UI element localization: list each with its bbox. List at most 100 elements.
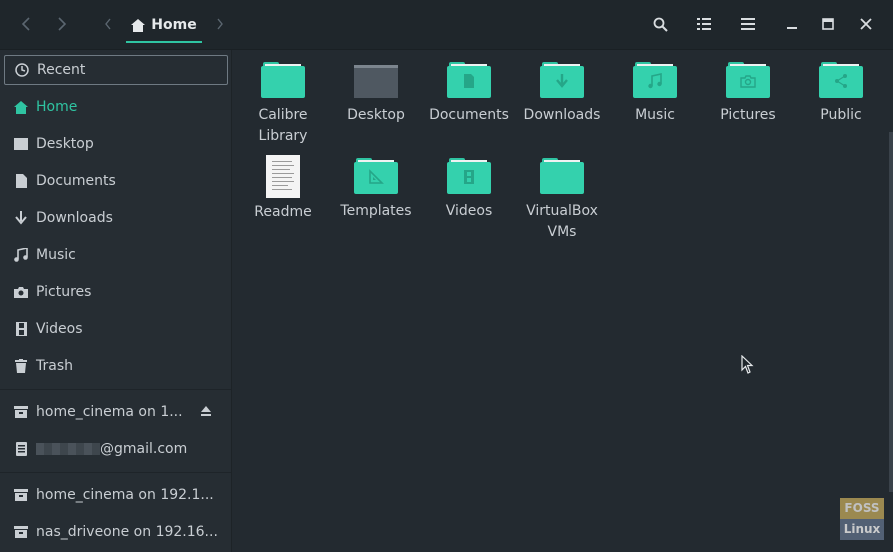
path-scroll-right[interactable] bbox=[208, 12, 232, 36]
sidebar-divider bbox=[0, 472, 231, 473]
file-item-readme[interactable]: Readme bbox=[237, 155, 329, 223]
watermark-line2: Linux bbox=[843, 522, 881, 536]
drive-icon bbox=[14, 405, 28, 419]
file-label: Library bbox=[258, 128, 308, 144]
file-item-desktop[interactable]: Desktop bbox=[330, 62, 422, 126]
drive-icon bbox=[14, 525, 28, 539]
camera-icon bbox=[14, 285, 28, 299]
sidebar-item-downloads[interactable]: Downloads bbox=[4, 203, 228, 233]
film-icon bbox=[14, 322, 28, 336]
search-button[interactable] bbox=[648, 12, 672, 36]
sidebar-item-gmail-account[interactable]: @gmail.com bbox=[4, 434, 228, 464]
file-label: Readme bbox=[254, 204, 312, 220]
document-icon bbox=[14, 174, 28, 188]
close-button[interactable] bbox=[854, 12, 878, 36]
music-icon bbox=[14, 248, 28, 262]
sidebar-item-label: Desktop bbox=[36, 136, 94, 152]
sidebar-item-label: Recent bbox=[37, 62, 86, 78]
file-label: Templates bbox=[340, 203, 412, 219]
sidebar-item-music[interactable]: Music bbox=[4, 240, 228, 270]
drive-icon bbox=[14, 488, 28, 502]
file-item-templates[interactable]: Templates bbox=[330, 158, 422, 222]
maximize-icon bbox=[822, 18, 834, 30]
file-label: Pictures bbox=[720, 107, 776, 123]
sidebar-item-trash[interactable]: Trash bbox=[4, 351, 228, 381]
path-home-button[interactable]: Home bbox=[126, 8, 202, 43]
trash-icon bbox=[14, 359, 28, 373]
file-label: Documents bbox=[429, 107, 509, 123]
path-left-icon bbox=[105, 18, 111, 30]
sidebar-item-nas-driveone[interactable]: nas_driveone on 192.16... bbox=[4, 517, 228, 547]
file-item-documents[interactable]: Documents bbox=[423, 62, 515, 126]
sidebar-item-recent[interactable]: Recent bbox=[4, 55, 228, 85]
search-icon bbox=[653, 17, 668, 32]
clock-icon bbox=[15, 63, 29, 77]
folder-icon bbox=[540, 158, 584, 194]
redacted-username bbox=[36, 443, 100, 455]
minimize-button[interactable] bbox=[780, 12, 804, 36]
sidebar-item-label: Music bbox=[36, 247, 76, 263]
sidebar-item-label: Pictures bbox=[36, 284, 92, 300]
path-label: Home bbox=[151, 17, 197, 33]
sidebar-item-pictures[interactable]: Pictures bbox=[4, 277, 228, 307]
home-icon bbox=[131, 18, 146, 32]
pictures-folder-icon bbox=[726, 62, 770, 98]
sidebar-item-home[interactable]: Home bbox=[4, 92, 228, 122]
minimize-icon bbox=[787, 27, 797, 29]
path-scroll-left[interactable] bbox=[96, 12, 120, 36]
sidebar-item-home-cinema-network[interactable]: home_cinema on 192.1... bbox=[4, 480, 228, 510]
file-item-music[interactable]: Music bbox=[609, 62, 701, 126]
forward-icon bbox=[58, 17, 67, 31]
sidebar: Recent Home Desktop Documents Downloads … bbox=[0, 50, 232, 552]
back-button[interactable] bbox=[14, 12, 38, 36]
forward-button[interactable] bbox=[50, 12, 74, 36]
file-item-downloads[interactable]: Downloads bbox=[516, 62, 608, 126]
mouse-cursor-icon bbox=[741, 355, 754, 374]
file-item-virtualbox-vms[interactable]: VirtualBox VMs bbox=[516, 158, 608, 243]
list-view-icon bbox=[697, 18, 711, 30]
file-label: VirtualBox bbox=[526, 203, 598, 219]
sidebar-item-label: nas_driveone on 192.16... bbox=[36, 524, 218, 540]
sidebar-item-home-cinema-mount[interactable]: home_cinema on 1... bbox=[4, 397, 228, 427]
sidebar-divider bbox=[0, 389, 231, 390]
close-icon bbox=[860, 18, 872, 30]
documents-folder-icon bbox=[447, 62, 491, 98]
file-item-public[interactable]: Public bbox=[795, 62, 887, 126]
desktop-icon bbox=[14, 137, 28, 151]
view-toggle-button[interactable] bbox=[692, 12, 716, 36]
text-file-icon bbox=[266, 155, 300, 198]
file-item-calibre-library[interactable]: Calibre Library bbox=[237, 62, 329, 147]
sidebar-item-videos[interactable]: Videos bbox=[4, 314, 228, 344]
file-grid: Calibre Library Desktop Documents Downlo… bbox=[232, 50, 893, 552]
scrollbar[interactable] bbox=[889, 132, 893, 492]
back-icon bbox=[21, 17, 30, 31]
file-label: Downloads bbox=[523, 107, 601, 123]
sidebar-item-documents[interactable]: Documents bbox=[4, 166, 228, 196]
sidebar-item-label-wrap: @gmail.com bbox=[36, 441, 187, 457]
file-label: Music bbox=[635, 107, 675, 123]
home-icon bbox=[14, 100, 28, 114]
sidebar-item-label: Videos bbox=[36, 321, 83, 337]
maximize-button[interactable] bbox=[816, 12, 840, 36]
download-icon bbox=[14, 211, 28, 225]
downloads-folder-icon bbox=[540, 62, 584, 98]
sidebar-item-label: home_cinema on 192.1... bbox=[36, 487, 214, 503]
file-label: Videos bbox=[445, 203, 493, 219]
sidebar-item-desktop[interactable]: Desktop bbox=[4, 129, 228, 159]
sidebar-item-label: Downloads bbox=[36, 210, 113, 226]
menu-button[interactable] bbox=[736, 12, 760, 36]
file-item-pictures[interactable]: Pictures bbox=[702, 62, 794, 126]
menu-icon bbox=[741, 18, 755, 30]
desktop-folder-icon bbox=[354, 65, 398, 98]
templates-folder-icon bbox=[354, 158, 398, 194]
file-label: Desktop bbox=[347, 107, 405, 123]
folder-icon bbox=[261, 62, 305, 98]
eject-icon[interactable] bbox=[200, 405, 212, 417]
file-label: Calibre bbox=[258, 107, 308, 123]
file-label: Public bbox=[820, 107, 862, 123]
watermark-line1: FOSS bbox=[840, 498, 884, 519]
file-label: VMs bbox=[547, 224, 577, 240]
file-item-videos[interactable]: Videos bbox=[423, 158, 515, 222]
sidebar-item-label: home_cinema on 1... bbox=[36, 404, 183, 420]
sidebar-item-label: Home bbox=[36, 99, 78, 115]
